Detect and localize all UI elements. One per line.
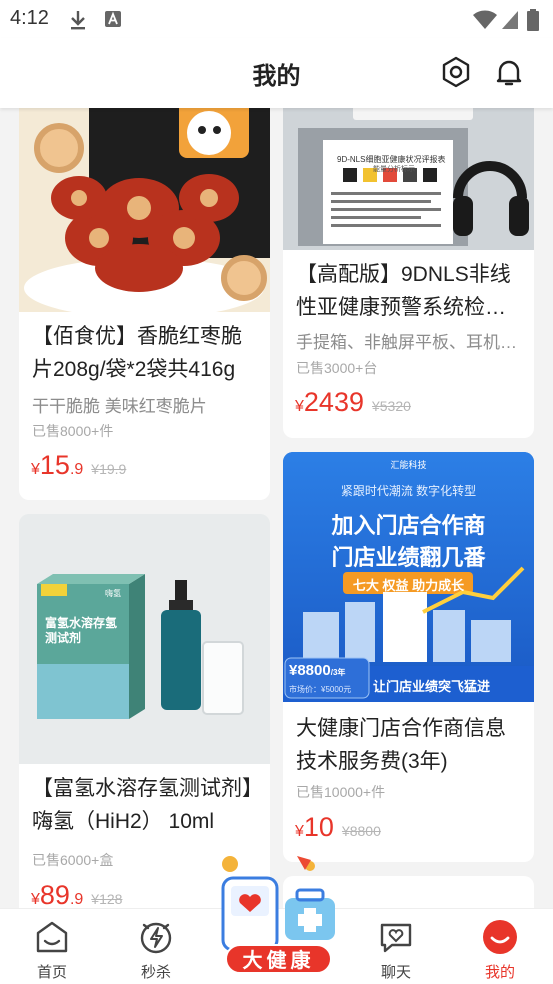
product-price: ¥89.9 ¥128 [31, 880, 122, 908]
product-title: 【高配版】9DNLS非线性亚健康预警系统检测仪 [296, 263, 511, 319]
product-image-store-partner: 汇能科技 紧跟时代潮流 数字化转型 加入门店合作商 门店业绩翻几番 七大 权益 … [283, 452, 534, 702]
product-title: 【富氢水溶存氢测试剂】嗨氢（HiH2） 10ml [32, 777, 253, 833]
product-image-nls-device: 9D-NLS细胞亚健康状况评报表 能量分析标示 [283, 108, 534, 250]
promo-price-value: ¥8800 [289, 662, 331, 679]
price-decimal: .9 [69, 461, 84, 478]
banner-brand: 汇能科技 [390, 460, 427, 470]
health-kit-icon [221, 856, 335, 952]
product-price: ¥2439 ¥5320 [295, 387, 411, 418]
settings-icon[interactable] [440, 56, 472, 88]
original-price: ¥19.9 [91, 461, 127, 477]
product-subtitle: 干干脆脆 美味红枣脆片 [32, 397, 207, 416]
download-icon [71, 11, 85, 30]
status-bar: 4:12 [0, 0, 553, 38]
original-price: ¥5320 [371, 398, 411, 414]
product-title: 【佰食优】香脆红枣脆片208g/袋*2袋共416g [32, 325, 242, 381]
price-decimal: .9 [69, 891, 84, 908]
original-price: ¥8800 [341, 823, 381, 839]
product-title: 大健康门店合作商信息技术服务费(3年) [296, 717, 506, 773]
box-brand: 嗨氢 [105, 589, 121, 598]
banner-slogan: 紧跟时代潮流 数字化转型 [340, 484, 477, 498]
price-currency: ¥ [31, 461, 40, 478]
banner-bottom-text: 让门店业绩突飞猛进 [373, 679, 491, 694]
banner-line2: 门店业绩翻几番 [331, 545, 486, 570]
nav-flash-sale[interactable]: 秒杀 [111, 909, 201, 984]
price-currency: ¥ [295, 398, 304, 415]
report-subtitle: 能量分析标示 [373, 166, 415, 173]
status-time: 4:12 [10, 7, 49, 29]
nav-label: 我的 [484, 964, 515, 981]
promo-price-unit: /3年 [330, 668, 346, 677]
nav-chat[interactable]: 聊天 [351, 909, 441, 984]
product-subtitle: 手提箱、非触屏平板、耳机、电源 [296, 333, 522, 352]
product-sold: 已售8000+件 [32, 423, 114, 439]
home-icon [36, 921, 68, 953]
product-card[interactable]: 9D-NLS细胞亚健康状况评报表 能量分析标示 【高配版】9DNLS非线性亚健康… [283, 108, 534, 438]
signal-icon [502, 11, 518, 29]
banner-promo-price: ¥8800/3年 [289, 662, 345, 679]
original-price: ¥128 [91, 891, 123, 907]
product-sold: 已售6000+盒 [32, 852, 114, 868]
product-sold: 已售3000+台 [296, 360, 378, 376]
product-image-hydrogen-kit: 富氢水溶存氢测试剂 嗨氢 [19, 514, 270, 764]
price-currency: ¥ [295, 823, 304, 840]
nav-health[interactable]: 大健康 [205, 852, 350, 982]
banner-market-price: 市场价：¥5000元 [289, 685, 352, 694]
product-sold: 已售10000+件 [296, 784, 386, 800]
battery-icon [527, 9, 539, 31]
product-card[interactable]: 富氢水溶存氢测试剂 嗨氢 【富氢水溶存氢测试剂】嗨氢（HiH2） 10ml 已售… [19, 514, 270, 908]
banner-ribbon: 七大 权益 助力成长 [352, 578, 465, 593]
product-card[interactable]: 汇能科技 紧跟时代潮流 数字化转型 加入门店合作商 门店业绩翻几番 七大 权益 … [283, 452, 534, 862]
health-label: 大健康 [225, 944, 332, 974]
banner-line1: 加入门店合作商 [331, 513, 486, 538]
product-card[interactable]: 【佰食优】香脆红枣脆片208g/袋*2袋共416g 干干脆脆 美味红枣脆片 已售… [19, 108, 270, 500]
product-feed: 【佰食优】香脆红枣脆片208g/袋*2袋共416g 干干脆脆 美味红枣脆片 已售… [0, 108, 553, 908]
profile-icon [483, 920, 517, 954]
price-integer: 2439 [303, 387, 364, 417]
product-price: ¥10 ¥8800 [295, 812, 381, 843]
price-integer: 15 [39, 450, 70, 480]
nav-label: 聊天 [380, 964, 411, 981]
box-label: 富氢水溶存氢测试剂 [45, 616, 118, 645]
nav-label: 首页 [36, 964, 67, 981]
product-price: ¥15.9 ¥19.9 [31, 450, 126, 481]
flash-sale-icon [140, 922, 172, 954]
notification-bell-icon[interactable] [493, 56, 525, 88]
page-header: 我的 [0, 38, 553, 108]
price-integer: 89 [39, 880, 70, 908]
price-currency: ¥ [31, 891, 40, 908]
price-integer: 10 [303, 812, 334, 842]
nav-home[interactable]: 首页 [7, 909, 97, 984]
app-notification-icon [105, 11, 121, 27]
nav-profile[interactable]: 我的 [455, 909, 545, 984]
wifi-icon [473, 10, 497, 29]
product-image-jujube [19, 108, 270, 312]
chat-icon [380, 923, 412, 953]
nav-label: 秒杀 [140, 964, 171, 981]
